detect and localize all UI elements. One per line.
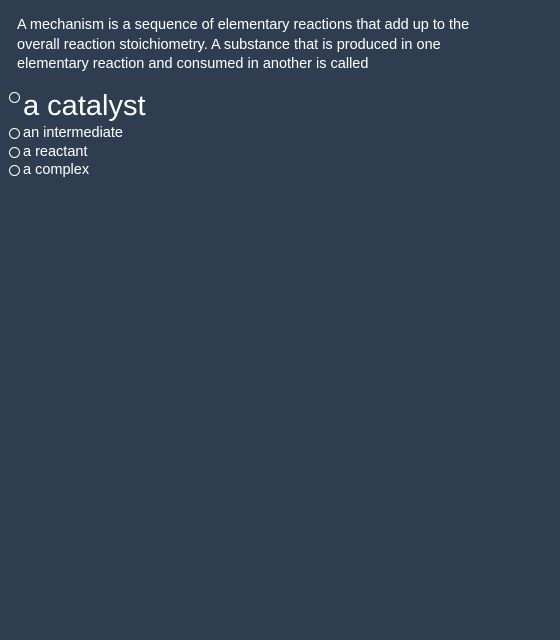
option-label-complex: a complex <box>23 162 90 178</box>
option-complex[interactable]: a complex <box>8 161 146 180</box>
radio-button-reactant[interactable] <box>9 146 20 158</box>
option-label-intermediate: an intermediate <box>23 125 123 141</box>
option-label-reactant: a reactant <box>23 143 88 160</box>
question-text: A mechanism is a sequence of elementary … <box>17 17 470 72</box>
radio-button-intermediate[interactable] <box>9 128 20 139</box>
option-intermediate[interactable]: an intermediate <box>8 124 146 143</box>
answer-options: a catalyst an intermediate a reactant a … <box>8 88 146 180</box>
option-reactant[interactable]: a reactant <box>8 143 146 162</box>
radio-button-complex[interactable] <box>9 165 20 176</box>
option-catalyst[interactable]: a catalyst <box>8 88 146 124</box>
radio-button-catalyst[interactable] <box>9 92 20 103</box>
option-label-catalyst: a catalyst <box>23 90 146 122</box>
